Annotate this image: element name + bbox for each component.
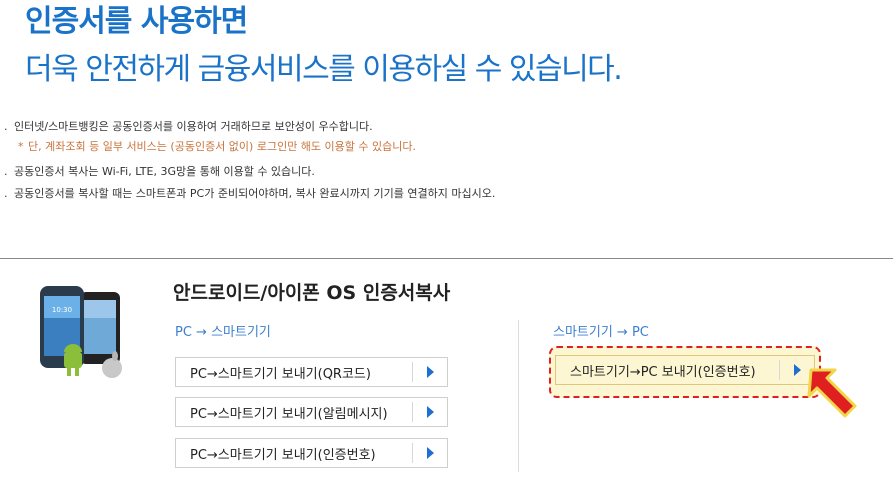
smart-to-pc-authcode-button[interactable]: 스마트기기→PC 보내기(인증번호) [555, 355, 815, 385]
button-label: 스마트기기→PC 보내기(인증번호) [570, 364, 756, 380]
note-bullet: . [4, 165, 8, 178]
section-title: 안드로이드/아이폰 OS 인증서복사 [173, 282, 451, 304]
red-pointer-arrow-icon [807, 368, 857, 418]
smart-to-pc-label: 스마트기기 → PC [553, 325, 649, 340]
note-item: . 공동인증서 복사는 Wi-Fi, LTE, 3G망을 통해 이용할 수 있습니… [4, 163, 315, 179]
hero-subtitle: 더욱 안전하게 금융서비스를 이용하실 수 있습니다. [25, 52, 623, 87]
button-label: PC→스마트기기 보내기(인증번호) [190, 447, 376, 463]
note-bullet: . [4, 120, 8, 133]
button-label: PC→스마트기기 보내기(알림메시지) [190, 406, 388, 422]
hero-title: 인증서를 사용하면 [25, 4, 248, 39]
right-triangle-icon [413, 366, 447, 378]
note-item: . 인터넷/스마트뱅킹은 공동인증서를 이용하여 거래하므로 보안성이 우수합니다… [4, 118, 373, 134]
pc-to-smart-qr-button[interactable]: PC→스마트기기 보내기(QR코드) [175, 357, 448, 387]
pc-to-smart-label: PC → 스마트기기 [175, 325, 271, 340]
devices-illustration: 10:30 [40, 286, 122, 378]
button-label: PC→스마트기기 보내기(QR코드) [190, 366, 371, 382]
note-text: 단, 계좌조회 등 일부 서비스는 (공동인증서 없이) 로그인만 해도 이용할… [28, 140, 416, 153]
note-warning-item: * 단, 계좌조회 등 일부 서비스는 (공동인증서 없이) 로그인만 해도 이용… [18, 138, 416, 154]
pc-to-smart-authcode-button[interactable]: PC→스마트기기 보내기(인증번호) [175, 438, 448, 468]
note-text: 인터넷/스마트뱅킹은 공동인증서를 이용하여 거래하므로 보안성이 우수합니다. [14, 120, 373, 133]
note-text: 공동인증서 복사는 Wi-Fi, LTE, 3G망을 통해 이용할 수 있습니다… [14, 165, 315, 178]
note-bullet: . [4, 187, 8, 200]
svg-text:10:30: 10:30 [52, 306, 72, 314]
column-divider [518, 320, 519, 472]
android-icon [64, 344, 82, 376]
note-item: . 공동인증서를 복사할 때는 스마트폰과 PC가 준비되어야하며, 복사 완료시… [4, 185, 495, 201]
note-text: 공동인증서를 복사할 때는 스마트폰과 PC가 준비되어야하며, 복사 완료시까… [14, 187, 496, 200]
right-triangle-icon [413, 406, 447, 418]
pc-to-smart-notification-button[interactable]: PC→스마트기기 보내기(알림메시지) [175, 397, 448, 427]
section-divider [0, 258, 893, 259]
note-bullet: * [18, 140, 24, 153]
right-triangle-icon [413, 447, 447, 459]
